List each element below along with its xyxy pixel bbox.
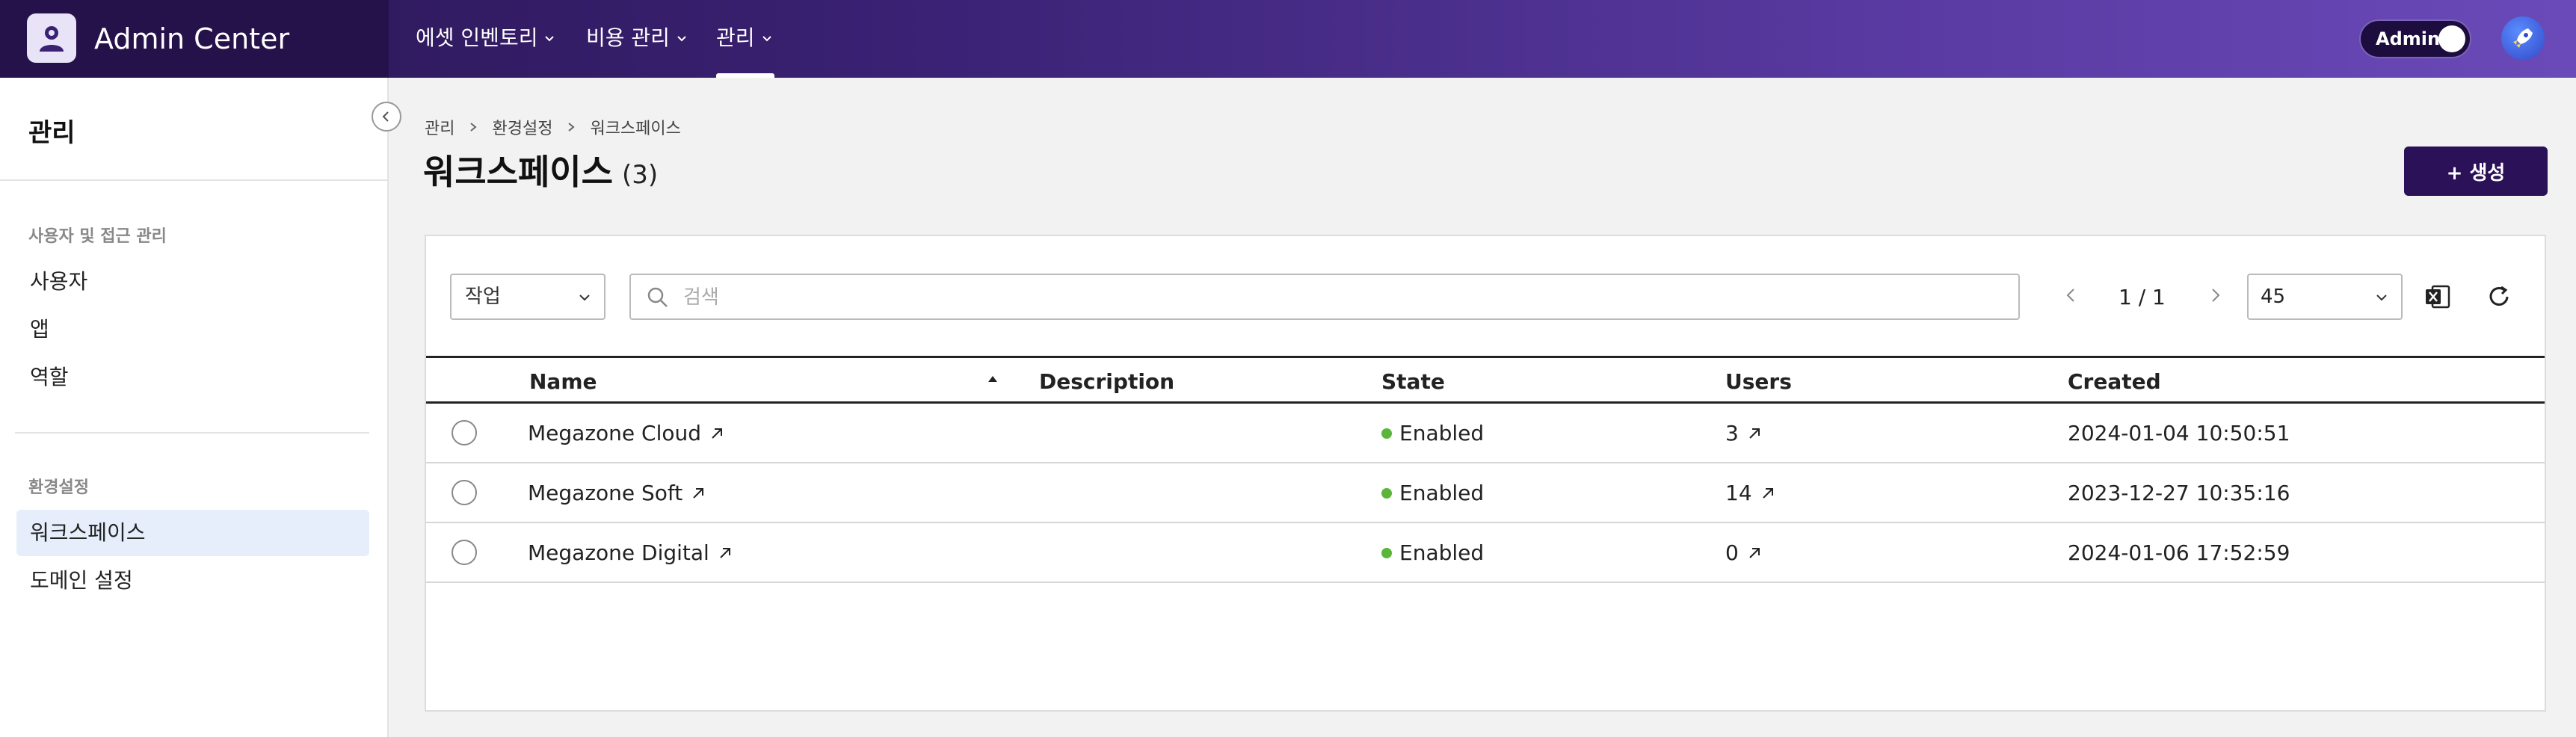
cell-users: 3	[1725, 421, 1739, 445]
refresh-icon[interactable]	[2485, 283, 2513, 311]
page-title: 워크스페이스	[423, 152, 613, 192]
brand-area: Admin Center	[0, 0, 389, 78]
external-link-icon	[693, 488, 704, 499]
chevron-down-icon	[762, 36, 771, 42]
toggle-knob	[2438, 25, 2465, 52]
sidebar-section-user-access: 사용자 및 접근 관리	[28, 227, 167, 246]
sidebar-item-roles[interactable]: 역할	[16, 354, 369, 401]
workspace-table-panel: 작업 1 / 1 45 Name Description State Users…	[425, 235, 2546, 712]
create-button[interactable]: + 생성	[2404, 147, 2548, 196]
cell-state: Enabled	[1399, 421, 1485, 445]
pagination-indicator: 1 / 1	[2119, 285, 2166, 309]
rocket-icon[interactable]	[2501, 16, 2545, 60]
sidebar-item-apps[interactable]: 앱	[16, 306, 369, 353]
breadcrumb-item[interactable]: 환경설정	[492, 115, 552, 139]
nav-label: 비용 관리	[586, 25, 670, 50]
action-select[interactable]: 작업	[450, 274, 606, 320]
external-link-icon	[720, 548, 730, 558]
workspace-name-link[interactable]: Megazone Soft	[528, 480, 706, 507]
app-title[interactable]: Admin Center	[94, 21, 289, 57]
sort-ascending-icon[interactable]	[987, 373, 999, 385]
nav-cost-management[interactable]: 비용 관리	[586, 22, 688, 54]
table-row[interactable]: Megazone Digital Enabled 0 2024-01-06 17…	[426, 523, 2545, 583]
workspace-name-link[interactable]: Megazone Cloud	[528, 420, 725, 447]
next-page-button[interactable]	[2204, 284, 2226, 306]
cell-name: Megazone Cloud	[528, 421, 701, 445]
column-header-description[interactable]: Description	[1039, 368, 1174, 395]
active-nav-indicator	[716, 73, 774, 78]
cell-name: Megazone Soft	[528, 481, 683, 505]
action-select-value: 작업	[465, 286, 501, 308]
table-header: Name Description State Users Created	[426, 356, 2545, 404]
external-link-icon	[1749, 428, 1760, 439]
cell-state: Enabled	[1399, 540, 1485, 565]
sidebar-title: 관리	[28, 118, 76, 148]
breadcrumb: 관리 환경설정 워크스페이스	[425, 115, 681, 139]
status-badge: Enabled	[1381, 420, 1484, 447]
cell-users: 0	[1725, 540, 1739, 565]
chevron-down-icon	[2376, 295, 2387, 301]
admin-mode-toggle[interactable]: Admin	[2359, 19, 2471, 58]
cell-state: Enabled	[1399, 481, 1485, 505]
cell-users: 14	[1725, 481, 1752, 505]
table-row[interactable]: Megazone Soft Enabled 14 2023-12-27 10:3…	[426, 463, 2545, 523]
admin-gear-user-icon[interactable]	[27, 13, 76, 63]
sidebar-item-domain-settings[interactable]: 도메인 설정	[16, 558, 369, 604]
cell-created: 2023-12-27 10:35:16	[2068, 481, 2290, 505]
workspace-name-link[interactable]: Megazone Digital	[528, 540, 733, 567]
top-bar: Admin Center 에셋 인벤토리 비용 관리 관리 Admin	[0, 0, 2576, 78]
search-input[interactable]	[683, 283, 1999, 312]
row-select-radio[interactable]	[452, 480, 477, 505]
users-count-link[interactable]: 14	[1725, 480, 1776, 507]
column-header-created[interactable]: Created	[2068, 368, 2161, 395]
chevron-left-icon	[382, 111, 389, 122]
search-icon	[647, 287, 668, 307]
cell-created: 2024-01-04 10:50:51	[2068, 421, 2290, 445]
nav-asset-inventory[interactable]: 에셋 인벤토리	[416, 22, 555, 54]
cell-created: 2024-01-06 17:52:59	[2068, 540, 2290, 565]
chevron-right-icon	[470, 123, 478, 132]
sidebar-collapse-button[interactable]	[372, 102, 401, 132]
divider	[0, 179, 387, 181]
sidebar: 관리 사용자 및 접근 관리 사용자 앱 역할 환경설정 워크스페이스 도메인 …	[0, 78, 389, 737]
column-header-users[interactable]: Users	[1725, 368, 1792, 395]
column-header-name[interactable]: Name	[529, 368, 597, 395]
status-dot	[1381, 428, 1392, 439]
chevron-down-icon	[545, 36, 555, 42]
breadcrumb-item-current: 워크스페이스	[590, 120, 681, 138]
users-count-link[interactable]: 0	[1725, 540, 1763, 567]
nav-management[interactable]: 관리	[716, 22, 773, 54]
table-row[interactable]: Megazone Cloud Enabled 3 2024-01-04 10:5…	[426, 404, 2545, 463]
divider	[15, 432, 369, 434]
nav-label: 에셋 인벤토리	[416, 25, 538, 50]
chevron-down-icon	[677, 36, 686, 42]
users-count-link[interactable]: 3	[1725, 420, 1763, 447]
status-dot	[1381, 488, 1392, 499]
admin-toggle-label: Admin	[2376, 28, 2441, 49]
nav-label: 관리	[716, 25, 755, 50]
status-badge: Enabled	[1381, 480, 1484, 507]
external-link-icon	[1762, 488, 1773, 499]
chevron-right-icon	[568, 123, 576, 132]
row-select-radio[interactable]	[452, 420, 477, 445]
previous-page-button[interactable]	[2060, 284, 2083, 306]
chevron-down-icon	[579, 295, 590, 301]
excel-export-icon[interactable]	[2424, 283, 2452, 311]
column-header-state[interactable]: State	[1381, 368, 1445, 395]
external-link-icon	[712, 428, 722, 439]
status-dot	[1381, 548, 1392, 558]
row-select-radio[interactable]	[452, 540, 477, 565]
page-title-count: (3)	[622, 160, 659, 190]
external-link-icon	[1749, 548, 1760, 558]
page-size-value: 45	[2261, 286, 2286, 308]
status-badge: Enabled	[1381, 540, 1484, 567]
breadcrumb-item[interactable]: 관리	[425, 115, 455, 139]
sidebar-item-users[interactable]: 사용자	[16, 259, 369, 305]
page-size-select[interactable]: 45	[2247, 274, 2403, 320]
search-box[interactable]	[629, 274, 2020, 320]
cell-name: Megazone Digital	[528, 540, 709, 565]
sidebar-item-workspaces[interactable]: 워크스페이스	[16, 510, 369, 556]
sidebar-section-settings: 환경설정	[28, 478, 89, 497]
